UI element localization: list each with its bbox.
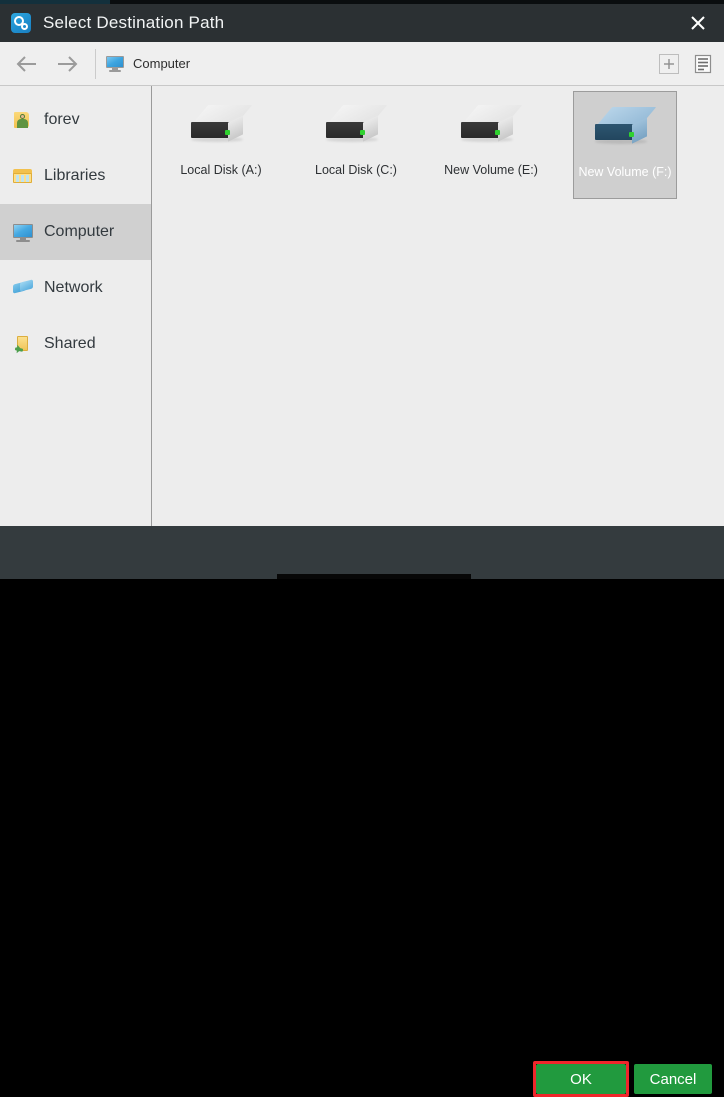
- close-icon[interactable]: [672, 4, 724, 42]
- plus-icon[interactable]: [656, 51, 682, 77]
- libraries-icon: [12, 166, 34, 186]
- sidebar-item-label: Shared: [44, 335, 96, 352]
- back-button[interactable]: [7, 42, 47, 86]
- ok-button[interactable]: OK: [536, 1064, 626, 1094]
- sidebar-item-label: Network: [44, 279, 103, 296]
- drive-item-selected[interactable]: New Volume (F:): [573, 91, 677, 199]
- toolbar-buttons: [648, 42, 716, 86]
- sidebar-item-label: Computer: [44, 223, 115, 240]
- drive-label: New Volume (F:): [578, 165, 672, 179]
- drive-label: Local Disk (A:): [180, 163, 262, 177]
- computer-icon: [12, 222, 34, 242]
- dialog-body: forev Libraries Computer Network Shared …: [0, 86, 724, 526]
- shared-folder-icon: [12, 334, 34, 354]
- toolbar-divider: [95, 48, 96, 79]
- breadcrumb-label: Computer: [133, 56, 191, 71]
- hard-drive-icon: [593, 103, 657, 153]
- drive-item[interactable]: Local Disk (C:): [304, 90, 408, 198]
- breadcrumb[interactable]: Computer: [106, 42, 190, 86]
- sidebar-item-network[interactable]: Network: [0, 260, 151, 316]
- sidebar-item-shared[interactable]: Shared: [0, 316, 151, 372]
- forward-button[interactable]: [47, 42, 87, 86]
- window-title: Select Destination Path: [43, 13, 225, 32]
- hard-drive-icon: [324, 101, 388, 151]
- list-view-icon[interactable]: [690, 51, 716, 77]
- hard-drive-icon: [189, 101, 253, 151]
- drive-item[interactable]: Local Disk (A:): [169, 90, 273, 198]
- sidebar-item-label: forev: [44, 111, 80, 128]
- cancel-button[interactable]: Cancel: [634, 1064, 712, 1094]
- user-folder-icon: [12, 110, 34, 130]
- clock-gear-icon: [11, 13, 31, 33]
- file-list-pane: Local Disk (A:) Local Disk (C:) New Volu…: [153, 86, 724, 526]
- drive-label: Local Disk (C:): [315, 163, 397, 177]
- path-toolbar: Computer: [0, 42, 724, 86]
- select-destination-path-dialog: Select Destination Path Computer forev L…: [0, 0, 724, 1097]
- sidebar-item-libraries[interactable]: Libraries: [0, 148, 151, 204]
- sidebar-item-forev[interactable]: forev: [0, 92, 151, 148]
- sidebar: forev Libraries Computer Network Shared: [0, 86, 152, 526]
- drive-label: New Volume (E:): [444, 163, 538, 177]
- title-bar: Select Destination Path: [0, 4, 724, 42]
- sidebar-item-computer[interactable]: Computer: [0, 204, 151, 260]
- computer-icon: [106, 55, 124, 72]
- sidebar-item-label: Libraries: [44, 167, 106, 184]
- dialog-footer: OK Cancel: [0, 526, 724, 1097]
- network-icon: [12, 278, 34, 298]
- screen-bottom-edge: [277, 574, 471, 579]
- drive-item[interactable]: New Volume (E:): [439, 90, 543, 198]
- hard-drive-icon: [459, 101, 523, 151]
